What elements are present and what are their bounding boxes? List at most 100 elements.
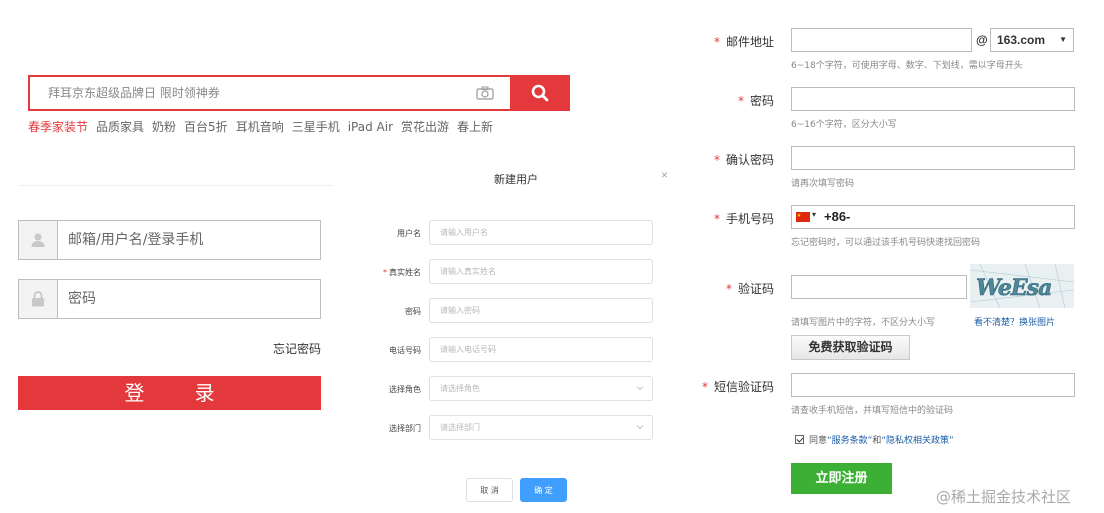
captcha-refresh-link[interactable]: 看不清楚？换张图片 xyxy=(974,315,1055,328)
dialog-phone-input[interactable] xyxy=(429,337,653,362)
lock-icon xyxy=(19,280,58,318)
phone-input[interactable]: ▾ +86- xyxy=(791,205,1075,229)
required-mark: * xyxy=(701,380,708,394)
confirm-hint: 请再次填写密码 xyxy=(791,179,855,189)
hot-word-link[interactable]: 耳机音响 xyxy=(236,120,284,134)
dialog-label-text: 用户名 xyxy=(397,229,421,238)
checkbox-checked-icon[interactable] xyxy=(795,435,804,444)
at-sign: @ xyxy=(976,33,988,47)
dialog-phone-field[interactable] xyxy=(430,338,652,361)
search-button[interactable] xyxy=(510,75,570,111)
username-input[interactable] xyxy=(68,221,308,259)
required-mark: * xyxy=(737,94,744,108)
email-hint: 6~18个字符，可使用字母、数字、下划线，需以字母开头 xyxy=(791,61,1023,71)
confirm-password-input[interactable] xyxy=(791,146,1075,170)
dialog-label-dept: 选择部门 xyxy=(331,423,421,434)
captcha-hint: 请填写图片中的字符，不区分大小写 xyxy=(791,318,936,328)
required-mark: * xyxy=(713,35,720,49)
hot-word-link[interactable]: iPad Air xyxy=(348,120,393,134)
search-icon xyxy=(531,84,549,102)
hot-word-link[interactable]: 奶粉 xyxy=(152,120,176,134)
password-hint: 6~16个字符，区分大小写 xyxy=(791,120,897,130)
dialog-label-text: 选择角色 xyxy=(389,385,421,394)
confirm-password-label: * 确认密码 xyxy=(664,151,774,168)
search-input[interactable] xyxy=(30,77,510,109)
hot-word-link[interactable]: 春上新 xyxy=(457,120,493,134)
hot-word-link[interactable]: 品质家具 xyxy=(96,120,144,134)
hot-word-link[interactable]: 赏花出游 xyxy=(401,120,449,134)
password-label: * 密码 xyxy=(664,92,774,109)
chevron-down-icon xyxy=(636,386,644,391)
dialog-label-realname: * 真实姓名 xyxy=(331,267,421,278)
dialog-dept-field[interactable] xyxy=(430,416,652,439)
privacy-link[interactable]: “隐私权相关政策” xyxy=(881,436,953,446)
hot-word-link[interactable]: 三星手机 xyxy=(292,120,340,134)
confirm-label-text: 确认密码 xyxy=(725,153,774,167)
login-button[interactable]: 登 录 xyxy=(18,376,321,410)
captcha-label: * 验证码 xyxy=(664,280,774,297)
dialog-role-field[interactable] xyxy=(430,377,652,400)
email-label: * 邮件地址 xyxy=(664,33,774,50)
confirm-button[interactable]: 确 定 xyxy=(520,478,567,502)
register-button[interactable]: 立即注册 xyxy=(791,463,892,494)
sms-code-label: * 短信验证码 xyxy=(664,378,774,395)
dialog-dept-select[interactable] xyxy=(429,415,653,440)
dialog-realname-field[interactable] xyxy=(430,260,652,283)
email-field[interactable] xyxy=(792,29,971,51)
email-label-text: 邮件地址 xyxy=(725,35,774,49)
china-flag-icon[interactable] xyxy=(796,212,810,222)
sms-label-text: 短信验证码 xyxy=(713,380,774,394)
agree-prefix: 同意 xyxy=(809,436,828,446)
phone-label-text: 手机号码 xyxy=(725,212,774,226)
caret-down-icon[interactable]: ▾ xyxy=(812,210,816,219)
dialog-label-text: 真实姓名 xyxy=(389,268,421,277)
required-mark: * xyxy=(713,212,720,226)
dialog-username-input[interactable] xyxy=(429,220,653,245)
forgot-password-link[interactable]: 忘记密码 xyxy=(273,340,321,357)
get-sms-code-button[interactable]: 免费获取验证码 xyxy=(791,335,910,360)
close-icon[interactable]: × xyxy=(661,168,668,182)
required-mark: * xyxy=(383,268,387,277)
email-domain-select[interactable]: 163.com ▼ xyxy=(990,28,1074,52)
dialog-label-text: 电话号码 xyxy=(389,346,421,355)
dialog-label-phone: 电话号码 xyxy=(331,345,421,356)
dialog-label-role: 选择角色 xyxy=(331,384,421,395)
dialog-label-text: 选择部门 xyxy=(389,424,421,433)
agreement: 同意“服务条款”和“隐私权相关政策” xyxy=(795,433,954,446)
captcha-image[interactable]: WeEsa xyxy=(970,264,1074,308)
required-mark: * xyxy=(725,282,732,296)
password-label-text: 密码 xyxy=(749,94,774,108)
phone-label: * 手机号码 xyxy=(664,210,774,227)
dialog-password-input[interactable] xyxy=(429,298,653,323)
register-password-input[interactable] xyxy=(791,87,1075,111)
dialog-label-username: 用户名 xyxy=(331,228,421,239)
captcha-label-text: 验证码 xyxy=(737,282,774,296)
dialog-title: 新建用户 xyxy=(494,173,538,186)
register-password-field[interactable] xyxy=(792,88,1074,110)
hot-word-link[interactable]: 百台5折 xyxy=(184,120,228,134)
username-field xyxy=(18,220,321,260)
captcha-field[interactable] xyxy=(792,276,966,298)
sms-code-field[interactable] xyxy=(792,374,1074,396)
dialog-role-select[interactable] xyxy=(429,376,653,401)
required-mark: * xyxy=(713,153,720,167)
agree-and: 和 xyxy=(872,436,882,446)
password-input[interactable] xyxy=(68,280,308,318)
captcha-input[interactable] xyxy=(791,275,967,299)
dialog-label-text: 密码 xyxy=(405,307,421,316)
dialog-password-field[interactable] xyxy=(430,299,652,322)
dialog-username-field[interactable] xyxy=(430,221,652,244)
hot-words: 春季家装节 品质家具 奶粉 百台5折 耳机音响 三星手机 iPad Air 赏花出游 春上新 xyxy=(28,118,501,135)
sms-code-input[interactable] xyxy=(791,373,1075,397)
hot-word-link[interactable]: 春季家装节 xyxy=(28,120,88,134)
email-domain-value: 163.com xyxy=(997,33,1046,47)
divider xyxy=(18,185,334,186)
terms-link[interactable]: “服务条款” xyxy=(827,436,872,446)
cancel-button[interactable]: 取 消 xyxy=(466,478,513,502)
camera-icon[interactable] xyxy=(476,86,494,100)
email-input[interactable] xyxy=(791,28,972,52)
confirm-password-field[interactable] xyxy=(792,147,1074,169)
chevron-down-icon xyxy=(636,425,644,430)
dialog-realname-input[interactable] xyxy=(429,259,653,284)
phone-country-code: +86- xyxy=(824,209,851,224)
